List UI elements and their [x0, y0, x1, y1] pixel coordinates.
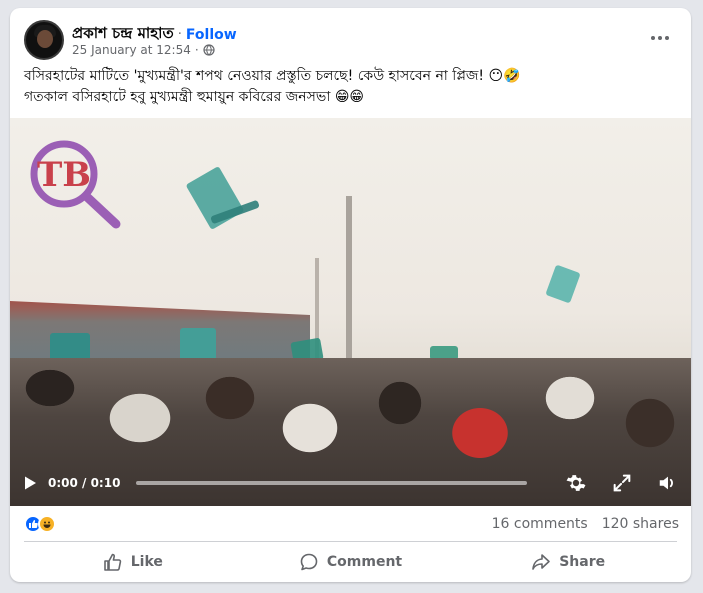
post-header: প্রকাশ চন্দ্র মাহাত · Follow 25 January … — [24, 18, 677, 62]
follow-button[interactable]: Follow — [186, 27, 237, 43]
like-button[interactable]: Like — [24, 546, 242, 578]
video-time: 0:00 / 0:10 — [48, 476, 121, 490]
watermark-logo-icon: TB — [30, 140, 121, 229]
post-text-line-1: বসিরহাটের মাটিতে 'মুখ্যমন্ত্রী'র শপথ নেও… — [24, 68, 521, 84]
globe-icon — [203, 44, 215, 56]
volume-icon[interactable] — [657, 472, 679, 494]
haha-reaction-icon — [38, 515, 56, 533]
comment-icon — [300, 553, 318, 571]
reaction-summary[interactable] — [24, 515, 56, 533]
post-text-line-2: গতকাল বসিরহাটে হবু মুখ্যমন্ত্রী হুমায়ুন… — [24, 89, 365, 105]
like-label: Like — [130, 554, 163, 570]
comment-button[interactable]: Comment — [242, 546, 460, 578]
share-icon — [532, 554, 551, 570]
comment-label: Comment — [326, 554, 403, 570]
like-icon — [103, 553, 121, 571]
video-progress-bar[interactable] — [136, 481, 527, 485]
actions-divider — [24, 541, 677, 542]
settings-icon[interactable] — [565, 472, 587, 494]
video-controls: 0:00 / 0:10 — [10, 460, 691, 506]
post-card: প্রকাশ চন্দ্র মাহাত · Follow 25 January … — [10, 8, 691, 582]
post-stats: 16 comments 120 shares — [24, 512, 679, 536]
post-text: বসিরহাটের মাটিতে 'মুখ্যমন্ত্রী'র শপথ নেও… — [24, 66, 677, 108]
share-label: Share — [559, 554, 606, 570]
fullscreen-icon[interactable] — [611, 472, 633, 494]
watermark-letters: TB — [37, 155, 91, 195]
comments-count[interactable]: 16 comments — [492, 516, 588, 532]
author-avatar[interactable] — [24, 20, 64, 60]
post-actions: Like Comment Share — [24, 546, 677, 578]
timestamp-separator: · — [194, 43, 199, 57]
share-button[interactable]: Share — [459, 546, 677, 578]
video-player[interactable]: TB 0:00 / 0:10 — [10, 118, 691, 506]
stats-counts: 16 comments 120 shares — [492, 516, 679, 532]
more-options-icon[interactable] — [647, 28, 673, 48]
post-meta: 25 January at 12:54 · — [72, 43, 215, 57]
separator-dot: · — [177, 27, 182, 42]
post-timestamp[interactable]: 25 January at 12:54 — [72, 43, 191, 57]
flying-chair — [180, 328, 216, 362]
play-icon[interactable] — [22, 475, 38, 491]
video-pole — [346, 196, 352, 371]
shares-count[interactable]: 120 shares — [602, 516, 679, 532]
